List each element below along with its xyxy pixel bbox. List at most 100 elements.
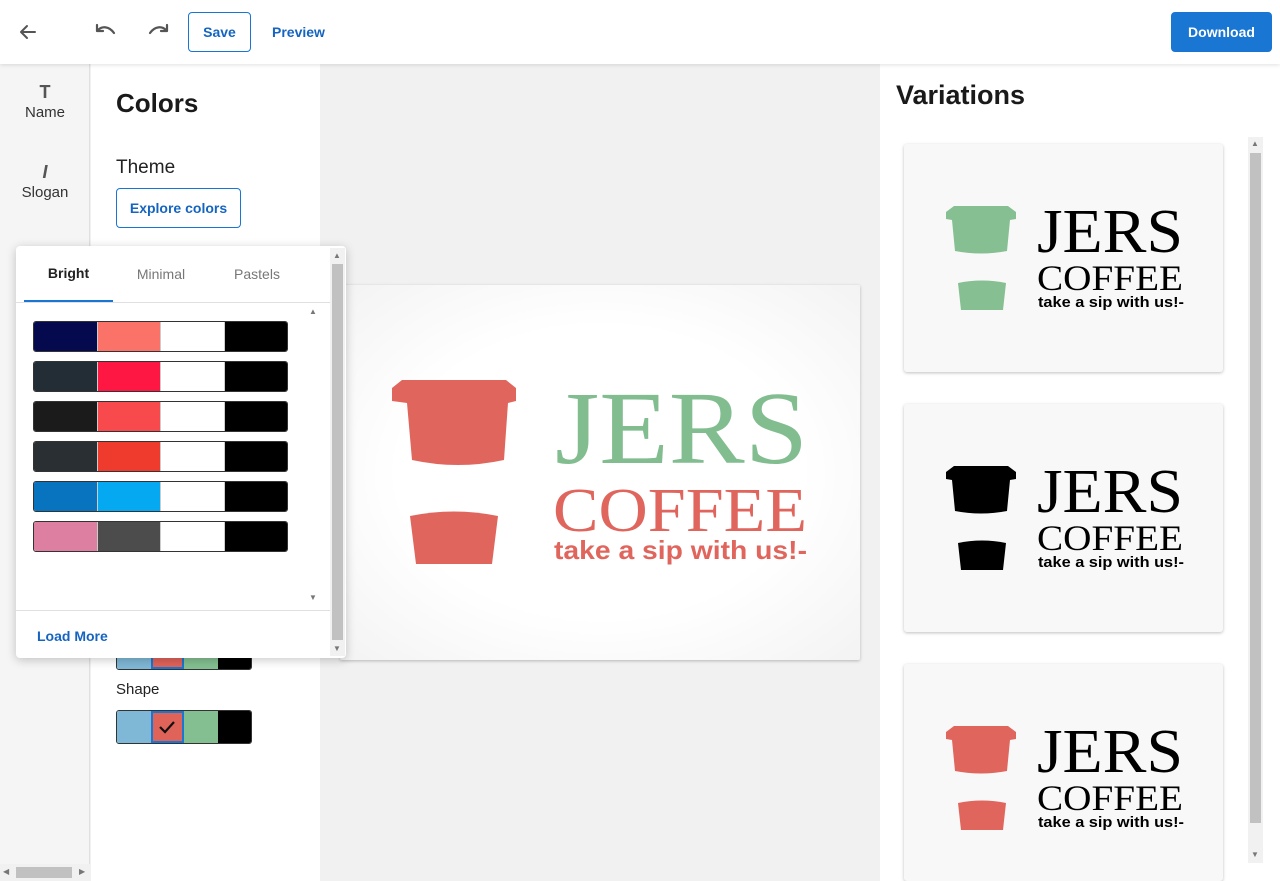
palette-swatch bbox=[34, 362, 97, 391]
scroll-down-icon: ▼ bbox=[309, 593, 317, 602]
cup-base-shape bbox=[958, 800, 1006, 830]
logo-preview[interactable]: JERS COFFEE take a sip with us!- bbox=[340, 285, 860, 660]
palette-swatch bbox=[96, 322, 160, 351]
palette-swatch bbox=[34, 322, 97, 351]
palette-swatch bbox=[223, 362, 287, 391]
tab-bright[interactable]: Bright bbox=[24, 246, 113, 302]
redo-icon bbox=[148, 23, 169, 35]
save-button[interactable]: Save bbox=[188, 12, 251, 52]
tab-divider bbox=[16, 302, 330, 303]
palette-swatch bbox=[160, 522, 224, 551]
palette-swatch bbox=[160, 322, 224, 351]
cup-base-shape bbox=[958, 540, 1006, 570]
variation-logo: JERS COFFEE take a sip with us!- bbox=[946, 198, 1184, 311]
scroll-down-icon: ▼ bbox=[333, 644, 341, 653]
variation-card[interactable]: JERS COFFEE take a sip with us!- bbox=[904, 404, 1223, 632]
palette-option[interactable] bbox=[33, 321, 288, 352]
palette-swatch bbox=[34, 402, 97, 431]
preview-button[interactable]: Preview bbox=[272, 24, 325, 40]
palette-option[interactable] bbox=[33, 361, 288, 392]
logo-word-text: COFFEE bbox=[1037, 258, 1183, 298]
undo-button[interactable] bbox=[92, 18, 120, 46]
variation-card[interactable]: JERS COFFEE take a sip with us!- bbox=[904, 144, 1223, 372]
palette-swatch bbox=[160, 482, 224, 511]
palette-swatch bbox=[223, 482, 287, 511]
shape-label: Shape bbox=[116, 681, 160, 698]
rail-item-name[interactable]: T Name bbox=[0, 82, 90, 121]
scrollbar-thumb[interactable] bbox=[1250, 153, 1261, 823]
horizontal-scrollbar[interactable]: ◀ ▶ bbox=[0, 864, 90, 881]
cup-base-shape bbox=[958, 280, 1006, 310]
palette-swatch bbox=[34, 522, 97, 551]
palette-list-scrollbar[interactable]: ▲ ▼ bbox=[307, 306, 320, 606]
palette-option[interactable] bbox=[33, 401, 288, 432]
variations-panel: Variations JERS COFFEE take a sip with u… bbox=[880, 64, 1280, 881]
check-icon bbox=[159, 721, 176, 734]
scroll-up-icon: ▲ bbox=[333, 251, 341, 260]
palette-swatch bbox=[160, 402, 224, 431]
logo-slogan-text: take a sip with us!- bbox=[1038, 294, 1184, 311]
scroll-up-icon: ▲ bbox=[1251, 139, 1259, 148]
logo-word-text: COFFEE bbox=[1037, 518, 1183, 558]
palette-swatch bbox=[96, 402, 160, 431]
palette-option[interactable] bbox=[33, 441, 288, 472]
palette-swatch bbox=[34, 482, 97, 511]
tab-minimal[interactable]: Minimal bbox=[115, 246, 207, 302]
palette-option[interactable] bbox=[33, 521, 288, 552]
scrollbar-thumb[interactable] bbox=[332, 264, 343, 640]
palette-swatch bbox=[96, 442, 160, 471]
popup-footer-divider bbox=[16, 610, 330, 611]
explore-colors-button[interactable]: Explore colors bbox=[116, 188, 241, 228]
logo-slogan-text: take a sip with us!- bbox=[554, 535, 807, 565]
rail-item-label: Name bbox=[24, 104, 65, 121]
logo-name-text: JERS bbox=[1037, 718, 1183, 786]
cup-lid-shape bbox=[392, 380, 516, 465]
variation-logo: JERS COFFEE take a sip with us!- bbox=[946, 458, 1184, 571]
cup-lid-shape bbox=[946, 206, 1016, 254]
logo-word-text: COFFEE bbox=[1037, 778, 1183, 818]
rail-item-slogan[interactable]: I Slogan bbox=[0, 162, 90, 201]
arrow-left-icon bbox=[20, 25, 36, 39]
palette-swatch bbox=[96, 482, 160, 511]
rail-item-label: Slogan bbox=[21, 184, 69, 201]
swatch[interactable] bbox=[217, 711, 251, 743]
variations-title: Variations bbox=[896, 80, 1026, 110]
text-icon: T bbox=[39, 82, 51, 102]
scroll-right-icon: ▶ bbox=[79, 867, 86, 876]
logo-artwork: JERS COFFEE take a sip with us!- bbox=[392, 371, 808, 565]
top-toolbar: Save Preview Download bbox=[0, 0, 1280, 64]
color-theme-popup: Bright Minimal Pastels ▲ ▼ Load More ▲ ▼ bbox=[16, 246, 346, 658]
palette-swatch bbox=[96, 362, 160, 391]
scrollbar-thumb[interactable] bbox=[16, 867, 72, 878]
scroll-down-icon: ▼ bbox=[1251, 850, 1259, 859]
logo-name-text: JERS bbox=[1037, 458, 1183, 526]
palette-swatch bbox=[223, 322, 287, 351]
popup-scrollbar[interactable]: ▲ ▼ bbox=[330, 248, 345, 656]
palette-swatch bbox=[160, 362, 224, 391]
shape-color-swatches bbox=[116, 710, 252, 744]
logo-name-text: JERS bbox=[555, 371, 808, 486]
palette-swatch bbox=[223, 442, 287, 471]
logo-slogan-text: take a sip with us!- bbox=[1038, 814, 1184, 831]
cup-lid-shape bbox=[946, 726, 1016, 774]
logo-name-text: JERS bbox=[1037, 198, 1183, 266]
scroll-left-icon: ◀ bbox=[3, 867, 10, 876]
cup-lid-shape bbox=[946, 466, 1016, 514]
cup-base-shape bbox=[410, 511, 498, 564]
palette-swatch bbox=[96, 522, 160, 551]
theme-label: Theme bbox=[116, 157, 176, 178]
back-button[interactable] bbox=[14, 18, 42, 46]
swatch[interactable] bbox=[117, 711, 151, 743]
variation-card[interactable]: JERS COFFEE take a sip with us!- bbox=[904, 664, 1223, 881]
download-button[interactable]: Download bbox=[1171, 12, 1272, 52]
load-more-button[interactable]: Load More bbox=[37, 628, 108, 644]
panel-title: Colors bbox=[116, 88, 199, 118]
redo-button[interactable] bbox=[144, 18, 172, 46]
undo-icon bbox=[95, 23, 116, 35]
tab-pastels[interactable]: Pastels bbox=[211, 246, 303, 302]
variations-scrollbar[interactable]: ▲ ▼ bbox=[1248, 137, 1263, 863]
palette-option[interactable] bbox=[33, 481, 288, 512]
swatch[interactable] bbox=[184, 711, 218, 743]
palette-swatch bbox=[34, 442, 97, 471]
swatch-selected[interactable] bbox=[150, 711, 184, 743]
